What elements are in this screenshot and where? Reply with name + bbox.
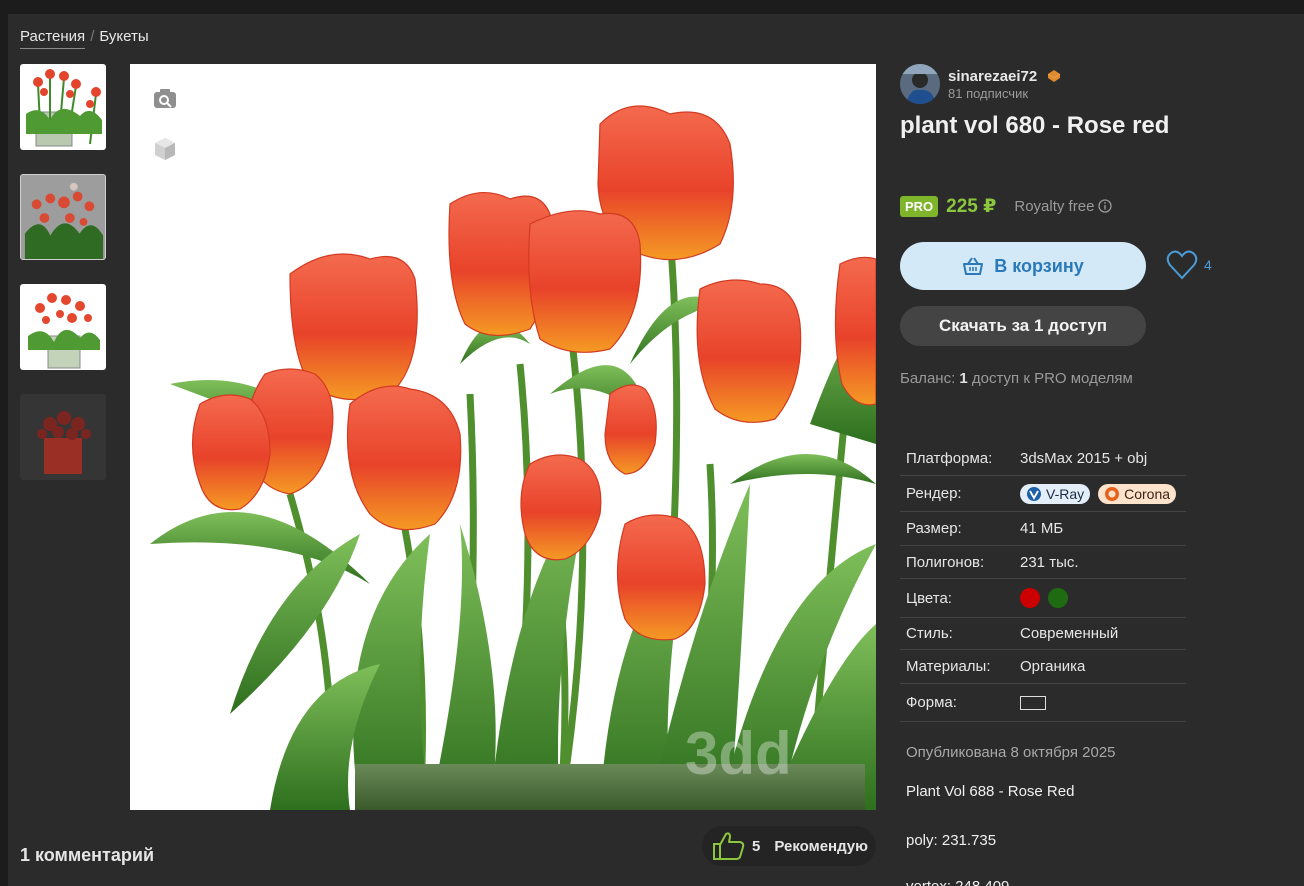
breadcrumb: Растения / Букеты (20, 28, 149, 49)
watermark-text: 3dd (685, 720, 792, 787)
thumbnail-2[interactable] (20, 174, 106, 260)
thumbnail-1[interactable] (20, 64, 106, 150)
author-badge-icon (1046, 69, 1062, 88)
published-date: Опубликована 8 октября 2025 (906, 744, 1116, 761)
balance-count: 1 (959, 370, 968, 387)
royalty-free-text: Royalty free (1014, 197, 1095, 215)
spec-row-polygons: Полигонов: 231 тыс. (900, 546, 1186, 579)
thumbs-up-icon (713, 832, 745, 860)
rectangle-shape-icon[interactable] (1020, 695, 1046, 710)
spec-row-colors: Цвета: (900, 579, 1186, 618)
spec-label: Форма: (906, 694, 957, 711)
thumbnail-3[interactable] (20, 284, 106, 370)
description-line: poly: 231.735 (906, 832, 997, 849)
thumbnail-4[interactable] (20, 394, 106, 480)
thumbnail-strip (20, 64, 106, 504)
price: 225 ₽ (946, 195, 997, 217)
spec-value (1020, 695, 1046, 710)
breadcrumb-plants[interactable]: Растения (20, 28, 86, 49)
3d-cube-icon[interactable] (152, 136, 178, 162)
spec-label: Стиль: (906, 625, 953, 642)
vray-badge[interactable]: V-Ray (1020, 483, 1091, 504)
breadcrumb-separator: / (90, 28, 95, 45)
product-title: plant vol 680 - Rose red (900, 112, 1170, 139)
color-swatch-red[interactable] (1020, 588, 1040, 608)
corona-badge[interactable]: Corona (1098, 483, 1177, 504)
spec-value: 231 тыс. (1020, 553, 1079, 571)
author-name[interactable]: sinarezaei72 (948, 68, 1037, 85)
spec-row-shape: Форма: (900, 684, 1186, 722)
description-line: Plant Vol 688 - Rose Red (906, 783, 1075, 800)
specs-table: Платформа: 3dsMax 2015 + obj Рендер: V-R… (900, 442, 1186, 722)
recommend-count: 5 (752, 837, 761, 855)
spec-label: Платформа: (906, 450, 993, 467)
camera-search-icon[interactable] (152, 86, 178, 112)
vray-icon (1027, 486, 1041, 501)
corona-icon (1105, 486, 1120, 501)
spec-row-style: Стиль: Современный (900, 618, 1186, 650)
balance-suffix: доступ к PRO моделям (967, 370, 1133, 387)
recommend-button[interactable]: 5 Рекомендую (702, 826, 876, 866)
spec-row-platform: Платформа: 3dsMax 2015 + obj (900, 442, 1186, 476)
product-image-viewer[interactable]: 3dd (130, 64, 876, 810)
spec-label: Цвета: (906, 589, 952, 607)
balance-prefix: Баланс: (900, 370, 960, 387)
vray-label: V-Ray (1046, 485, 1085, 502)
add-to-cart-button[interactable]: В корзину (900, 242, 1146, 290)
pro-badge: PRO (900, 195, 939, 217)
spec-label: Материалы: (906, 658, 991, 675)
recommend-label: Рекомендую (774, 837, 868, 855)
spec-row-materials: Материалы: Органика (900, 650, 1186, 684)
spec-label: Рендер: (906, 485, 962, 502)
like-count: 4 (1204, 257, 1212, 273)
spec-value: 41 МБ (1020, 520, 1064, 537)
spec-value: 3dsMax 2015 + obj (1020, 450, 1148, 467)
download-button[interactable]: Скачать за 1 доступ (900, 306, 1146, 346)
spec-value: V-Ray Corona (1020, 483, 1177, 504)
price-row: PRO 225 ₽ Royalty free (900, 194, 1113, 218)
spec-row-render: Рендер: V-Ray Corona (900, 476, 1186, 512)
like-button[interactable]: 4 (1166, 250, 1212, 280)
corona-label: Corona (1124, 485, 1171, 502)
add-to-cart-label: В корзину (994, 255, 1084, 276)
basket-icon (963, 257, 984, 275)
spec-value[interactable]: Органика (1020, 658, 1085, 675)
spec-value (1020, 588, 1068, 608)
description-line: vertex: 248.409 (906, 878, 1009, 886)
breadcrumb-bouquets[interactable]: Букеты (99, 28, 148, 45)
comments-heading: 1 комментарий (20, 845, 155, 865)
spec-label: Размер: (906, 520, 962, 537)
royalty-free-label[interactable]: Royalty free (1014, 197, 1113, 215)
spec-row-size: Размер: 41 МБ (900, 512, 1186, 546)
heart-icon (1166, 250, 1198, 280)
author-subscribers: 81 подписчик (948, 86, 1029, 101)
color-swatch-green[interactable] (1048, 588, 1068, 608)
balance-info: Баланс: 1 доступ к PRO моделям (900, 370, 1133, 387)
tulip-render-image: 3dd (130, 64, 876, 810)
avatar[interactable] (900, 64, 940, 104)
info-icon[interactable] (1098, 199, 1113, 213)
spec-label: Полигонов: (906, 553, 985, 571)
spec-value[interactable]: Современный (1020, 625, 1118, 642)
